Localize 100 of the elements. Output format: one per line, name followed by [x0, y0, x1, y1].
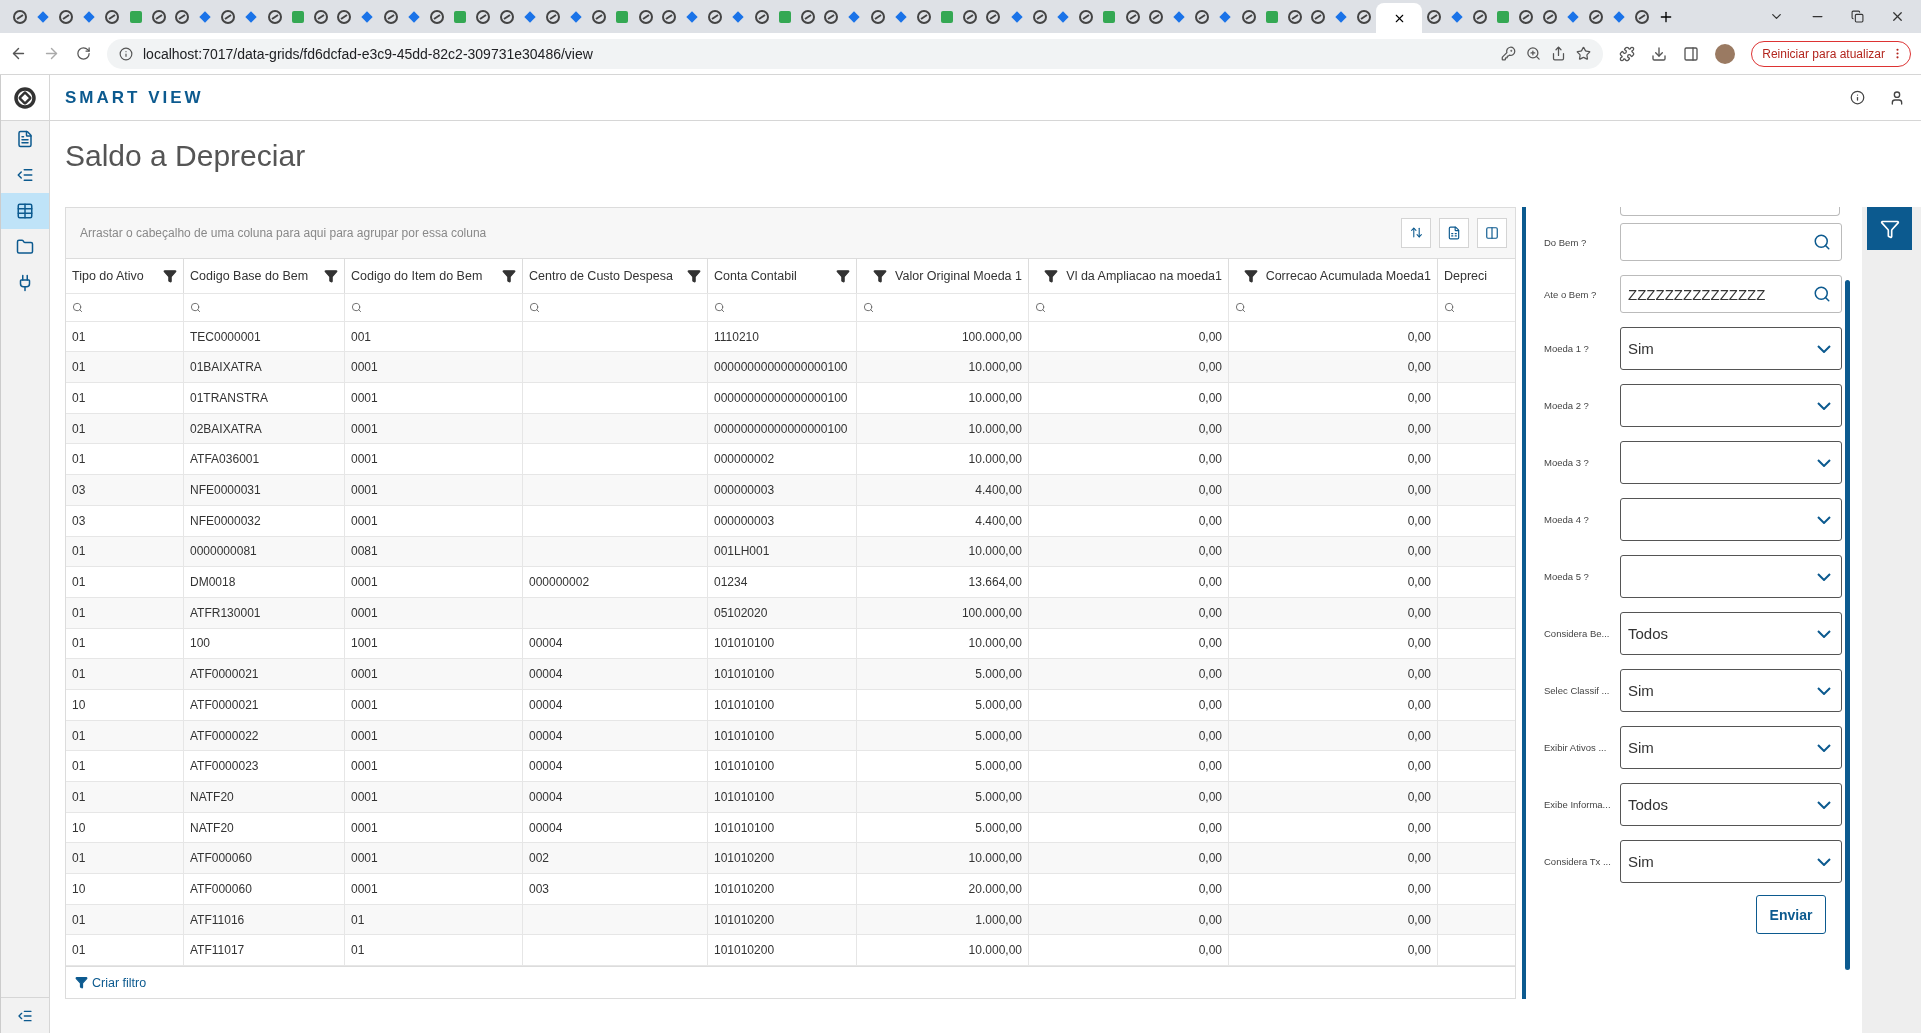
column-header[interactable]: Depreci	[1444, 268, 1488, 283]
table-cell: 01	[72, 360, 86, 375]
column-header[interactable]: Vl da Ampliacao na moeda1	[1066, 268, 1222, 283]
circle-icon[interactable]	[1635, 9, 1650, 24]
input-field[interactable]: ZZZZZZZZZZZZZZZ	[1620, 275, 1842, 313]
circle-icon[interactable]	[1426, 9, 1441, 24]
select-field[interactable]	[1620, 498, 1842, 541]
circle-icon[interactable]	[1195, 9, 1210, 24]
export-button[interactable]	[1439, 217, 1469, 248]
filter-icon[interactable]	[1044, 268, 1059, 283]
circle-icon[interactable]	[963, 9, 978, 24]
sidebar-item[interactable]	[1, 193, 49, 229]
circle-icon[interactable]	[916, 9, 931, 24]
back-icon[interactable]	[10, 45, 27, 62]
filter-icon[interactable]	[873, 268, 888, 283]
bookmark-star-icon[interactable]	[1576, 46, 1592, 61]
filter-icon[interactable]	[163, 268, 177, 283]
circle-icon[interactable]	[1311, 9, 1326, 24]
column-header[interactable]: Correcao Acumulada Moeda1	[1265, 268, 1431, 283]
info-icon[interactable]	[1850, 90, 1865, 105]
columns-button[interactable]	[1477, 217, 1507, 248]
circle-icon[interactable]	[1148, 9, 1163, 24]
restore-icon[interactable]	[1851, 10, 1864, 23]
logo-icon[interactable]	[14, 86, 36, 109]
filter-button[interactable]	[1867, 207, 1912, 250]
table-cell: 10.000,00	[968, 390, 1022, 405]
circle-icon[interactable]	[1241, 9, 1256, 24]
circle-icon[interactable]	[221, 9, 236, 24]
select-field[interactable]	[1620, 384, 1842, 427]
avatar[interactable]	[1715, 43, 1736, 64]
key-icon[interactable]	[1501, 46, 1517, 61]
select-field[interactable]: Todos	[1620, 783, 1842, 826]
puzzle-icon[interactable]	[1619, 45, 1636, 62]
up-down-arrow-icon	[1409, 226, 1423, 240]
close-icon[interactable]	[1890, 9, 1905, 24]
circle-icon[interactable]	[638, 9, 653, 24]
circle-icon[interactable]	[800, 9, 815, 24]
circle-icon[interactable]	[1519, 9, 1534, 24]
circle-icon[interactable]	[105, 9, 120, 24]
download-icon[interactable]	[1651, 45, 1668, 62]
share-icon[interactable]	[1551, 46, 1567, 61]
column-header[interactable]: Codigo Base do Bem	[190, 268, 309, 283]
select-field[interactable]	[1620, 555, 1842, 598]
circle-icon[interactable]	[383, 9, 398, 24]
select-field[interactable]: Sim	[1620, 726, 1842, 769]
circle-icon[interactable]	[429, 9, 444, 24]
circle-icon[interactable]	[1357, 9, 1372, 24]
filter-icon[interactable]	[324, 268, 338, 283]
circle-icon[interactable]	[1588, 9, 1603, 24]
search-icon[interactable]	[1813, 233, 1831, 251]
circle-icon[interactable]	[337, 9, 352, 24]
circle-icon[interactable]	[545, 9, 560, 24]
column-header[interactable]: Centro de Custo Despesa	[529, 268, 673, 283]
address-bar[interactable]: localhost:7017/data-grids/fd6dcfad-e3c9-45dd-82c2-309731e30486/view	[107, 38, 1604, 69]
update-button[interactable]: Reiniciar para atualizar	[1751, 40, 1911, 67]
row-height-button[interactable]	[1401, 217, 1431, 248]
column-header[interactable]: Conta Contabil	[714, 268, 797, 283]
table-cell: 0,00	[1198, 943, 1222, 958]
circle-icon[interactable]	[314, 9, 329, 24]
table-cell: ATF11016	[190, 912, 245, 927]
circle-icon[interactable]	[151, 9, 166, 24]
circle-icon[interactable]	[708, 9, 723, 24]
zoom-icon[interactable]	[1526, 46, 1542, 61]
circle-icon[interactable]	[499, 9, 514, 24]
circle-icon[interactable]	[661, 9, 676, 24]
circle-icon[interactable]	[1125, 9, 1140, 24]
filter-icon[interactable]	[836, 268, 850, 283]
user-icon[interactable]	[1889, 89, 1905, 106]
select-field[interactable]: Sim	[1620, 669, 1842, 712]
submit-button[interactable]: Enviar	[1756, 895, 1826, 934]
search-icon[interactable]	[1813, 285, 1831, 303]
circle-icon[interactable]	[824, 9, 839, 24]
circle-icon[interactable]	[592, 9, 607, 24]
select-field[interactable]: Sim	[1620, 327, 1842, 370]
filter-icon[interactable]	[502, 268, 516, 283]
circle-icon[interactable]	[870, 9, 885, 24]
circle-icon[interactable]	[1473, 9, 1488, 24]
circle-icon[interactable]	[986, 9, 1001, 24]
side-panel-icon[interactable]	[1683, 45, 1700, 62]
reload-icon[interactable]	[76, 46, 91, 61]
circle-icon[interactable]	[267, 9, 282, 24]
circle-icon[interactable]	[12, 9, 27, 24]
circle-icon[interactable]	[1032, 9, 1047, 24]
circle-icon[interactable]	[476, 9, 491, 24]
select-field[interactable]	[1620, 441, 1842, 484]
circle-icon[interactable]	[58, 9, 73, 24]
filter-icon[interactable]	[687, 268, 701, 283]
select-field[interactable]: Todos	[1620, 612, 1842, 655]
create-filter-link[interactable]: Criar filtro	[75, 975, 147, 990]
circle-icon[interactable]	[1287, 9, 1302, 24]
table-cell: 0,00	[1407, 605, 1431, 620]
column-header[interactable]: Codigo do Item do Bem	[351, 268, 483, 283]
filter-icon[interactable]	[1243, 268, 1258, 283]
circle-icon[interactable]	[1542, 9, 1557, 24]
column-header[interactable]: Valor Original Moeda 1	[895, 268, 1022, 283]
column-header[interactable]: Tipo do Ativo	[72, 268, 144, 283]
select-field[interactable]: Sim	[1620, 840, 1842, 883]
circle-icon[interactable]	[174, 9, 189, 24]
circle-icon[interactable]	[1079, 9, 1094, 24]
circle-icon[interactable]	[754, 9, 769, 24]
